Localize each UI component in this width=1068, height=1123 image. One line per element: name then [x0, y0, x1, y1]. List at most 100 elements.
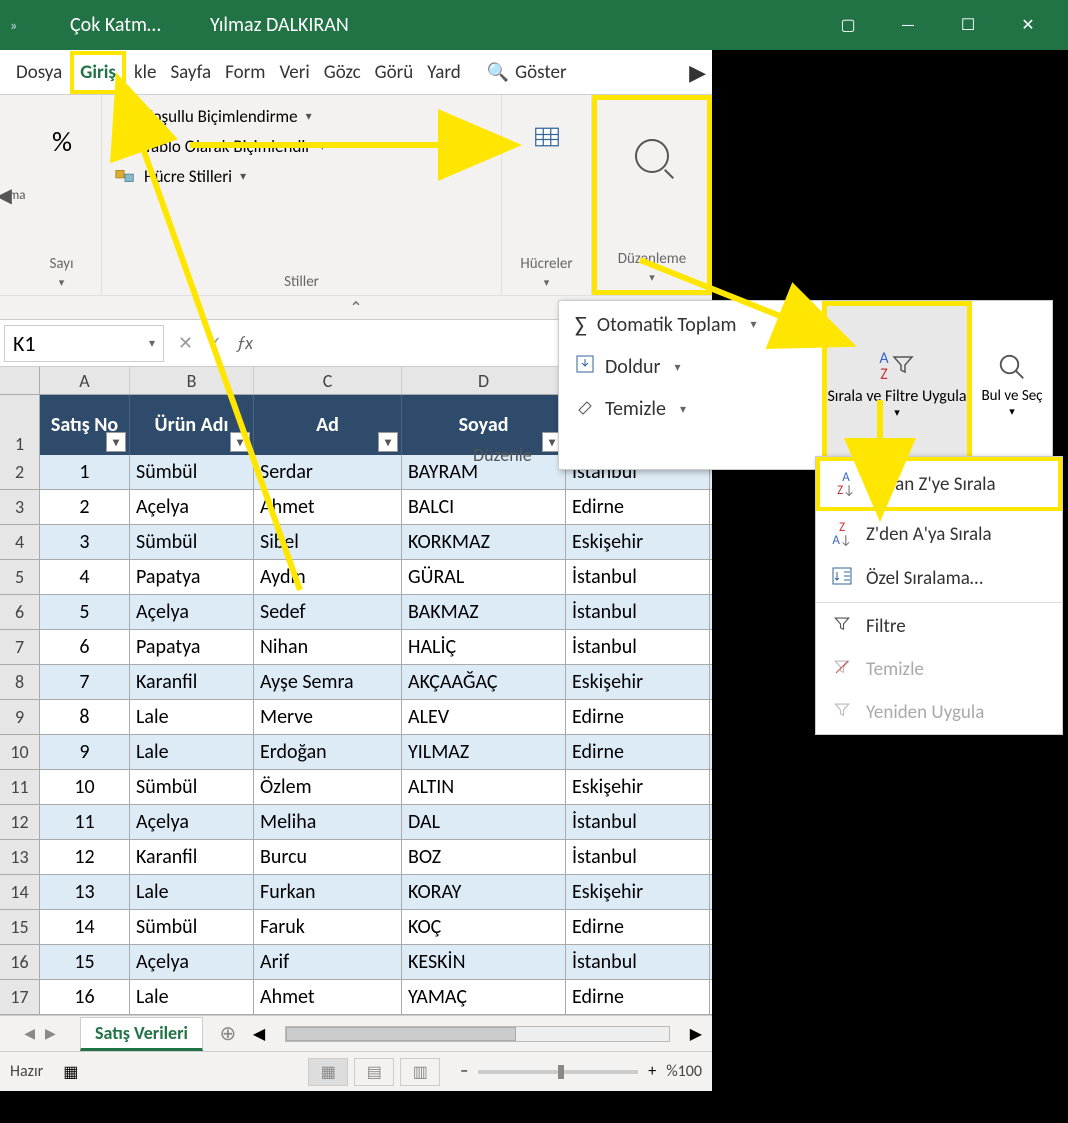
cell[interactable]: 6 [40, 630, 130, 664]
clear-button[interactable]: Temizle ▾ [575, 396, 806, 422]
percent-style-button[interactable]: % [32, 101, 92, 181]
cell[interactable]: DAL [402, 805, 566, 839]
cell[interactable]: İstanbul [566, 560, 710, 594]
table-row[interactable]: 109LaleErdoğanYILMAZEdirne [0, 735, 712, 770]
row-header[interactable]: 3 [0, 490, 40, 524]
filter-dropdown-icon[interactable]: ▾ [230, 432, 250, 452]
chevron-down-icon[interactable]: ▾ [751, 317, 757, 332]
cell[interactable]: Eskişehir [566, 525, 710, 559]
table-row[interactable]: 32AçelyaAhmetBALCIEdirne [0, 490, 712, 525]
cell[interactable]: Açelya [130, 595, 254, 629]
cell[interactable]: Sümbül [130, 525, 254, 559]
cell[interactable]: KORAY [402, 875, 566, 909]
sheet-tab-active[interactable]: Satış Verileri [80, 1017, 203, 1051]
scroll-thumb[interactable] [286, 1027, 515, 1041]
cell[interactable]: 9 [40, 735, 130, 769]
cell[interactable]: Lale [130, 735, 254, 769]
cell[interactable]: Açelya [130, 945, 254, 979]
table-row[interactable]: 76PapatyaNihanHALİÇİstanbul [0, 630, 712, 665]
normal-view-button[interactable]: ▦ [308, 1058, 348, 1086]
cell[interactable]: Açelya [130, 805, 254, 839]
tab-gozden-gecir[interactable]: Gözc [318, 55, 367, 90]
table-row[interactable]: 1211AçelyaMelihaDALİstanbul [0, 805, 712, 840]
cell[interactable]: YILMAZ [402, 735, 566, 769]
filter-dropdown-icon[interactable]: ▾ [106, 432, 126, 452]
cell[interactable]: 15 [40, 945, 130, 979]
enter-formula-icon[interactable]: ✓ [207, 332, 222, 354]
row-header[interactable]: 13 [0, 840, 40, 874]
cell[interactable]: 5 [40, 595, 130, 629]
table-row[interactable]: 1615AçelyaArifKESKİNİstanbul [0, 945, 712, 980]
cell[interactable]: Erdoğan [254, 735, 402, 769]
cell[interactable]: KESKİN [402, 945, 566, 979]
maximize-button[interactable]: ☐ [938, 0, 998, 50]
sheet-nav-next-icon[interactable]: ▶ [45, 1025, 56, 1042]
cell[interactable]: İstanbul [566, 840, 710, 874]
scroll-right-icon[interactable]: ▶ [690, 1024, 702, 1044]
record-macro-icon[interactable]: ▦ [63, 1062, 78, 1082]
cell[interactable]: Nihan [254, 630, 402, 664]
cell[interactable]: Arif [254, 945, 402, 979]
cell[interactable]: ALEV [402, 700, 566, 734]
row-header[interactable]: 7 [0, 630, 40, 664]
autosum-button[interactable]: ∑ Otomatik Toplam ▾ [575, 311, 806, 338]
tab-giris[interactable]: Giriş [70, 51, 126, 94]
cell[interactable]: Karanfil [130, 665, 254, 699]
group-duzenleme[interactable]: Düzenleme▾ [592, 95, 712, 295]
cell[interactable]: BAKMAZ [402, 595, 566, 629]
cell[interactable]: Açelya [130, 490, 254, 524]
cell[interactable]: Edirne [566, 735, 710, 769]
chevron-down-icon[interactable]: ▾ [149, 336, 155, 351]
table-row[interactable]: 1312KaranfilBurcuBOZİstanbul [0, 840, 712, 875]
user-name[interactable]: Yılmaz DALKIRAN [210, 13, 349, 37]
cell[interactable]: Burcu [254, 840, 402, 874]
table-row[interactable]: 1716LaleAhmetYAMAÇEdirne [0, 980, 712, 1015]
col-header-A[interactable]: A [40, 367, 130, 394]
fx-icon[interactable]: ƒx [236, 332, 253, 354]
tab-ekle[interactable]: kle [128, 55, 162, 90]
conditional-formatting-button[interactable]: Koşullu Biçimlendirme ▾ [112, 101, 491, 131]
row-header[interactable]: 4 [0, 525, 40, 559]
row-header[interactable]: 9 [0, 700, 40, 734]
sort-filter-button[interactable]: AZ Sırala ve Filtre Uygula ▾ [822, 301, 972, 469]
cell[interactable]: KOÇ [402, 910, 566, 944]
row-header[interactable]: 16 [0, 945, 40, 979]
cell[interactable]: 11 [40, 805, 130, 839]
cell[interactable]: Sedef [254, 595, 402, 629]
ribbon-overflow-left-icon[interactable]: ◀ma [0, 95, 22, 295]
cell[interactable]: YAMAÇ [402, 980, 566, 1014]
cell[interactable]: Eskişehir [566, 665, 710, 699]
editing-button[interactable] [607, 106, 697, 206]
cell[interactable]: Aydın [254, 560, 402, 594]
filter-dropdown-icon[interactable]: ▾ [378, 432, 398, 452]
cell[interactable]: Özlem [254, 770, 402, 804]
row-header[interactable]: 2 [0, 455, 40, 489]
cell[interactable]: KORKMAZ [402, 525, 566, 559]
cell[interactable]: 2 [40, 490, 130, 524]
cell[interactable]: 3 [40, 525, 130, 559]
cell[interactable]: 10 [40, 770, 130, 804]
table-row[interactable]: 1110SümbülÖzlemALTINEskişehir [0, 770, 712, 805]
scroll-left-icon[interactable]: ◀ [253, 1024, 265, 1044]
ribbon-overflow-right-icon[interactable]: ▶ [683, 59, 712, 86]
cells-button[interactable] [512, 101, 581, 181]
row-header[interactable]: 15 [0, 910, 40, 944]
col-header-B[interactable]: B [130, 367, 254, 394]
cell[interactable]: 4 [40, 560, 130, 594]
cell[interactable]: Serdar [254, 455, 402, 489]
row-header[interactable]: 12 [0, 805, 40, 839]
cell[interactable]: 7 [40, 665, 130, 699]
cell-styles-button[interactable]: Hücre Stilleri ▾ [112, 161, 491, 191]
row-header[interactable]: 14 [0, 875, 40, 909]
table-row[interactable]: 98LaleMerveALEVEdirne [0, 700, 712, 735]
zoom-level[interactable]: %100 [666, 1062, 702, 1081]
table-row[interactable]: 87KaranfilAyşe SemraAKÇAAĞAÇEskişehir [0, 665, 712, 700]
cell[interactable]: Eskişehir [566, 770, 710, 804]
cell[interactable]: Eskişehir [566, 875, 710, 909]
tab-yardim[interactable]: Yard [421, 55, 466, 90]
cell[interactable]: Edirne [566, 910, 710, 944]
cell[interactable]: 13 [40, 875, 130, 909]
cell[interactable]: Sümbül [130, 770, 254, 804]
sort-a-to-z-item[interactable]: AZ↓ A'dan Z'ye Sırala [816, 457, 1062, 511]
table-row[interactable]: 43SümbülSibelKORKMAZEskişehir [0, 525, 712, 560]
